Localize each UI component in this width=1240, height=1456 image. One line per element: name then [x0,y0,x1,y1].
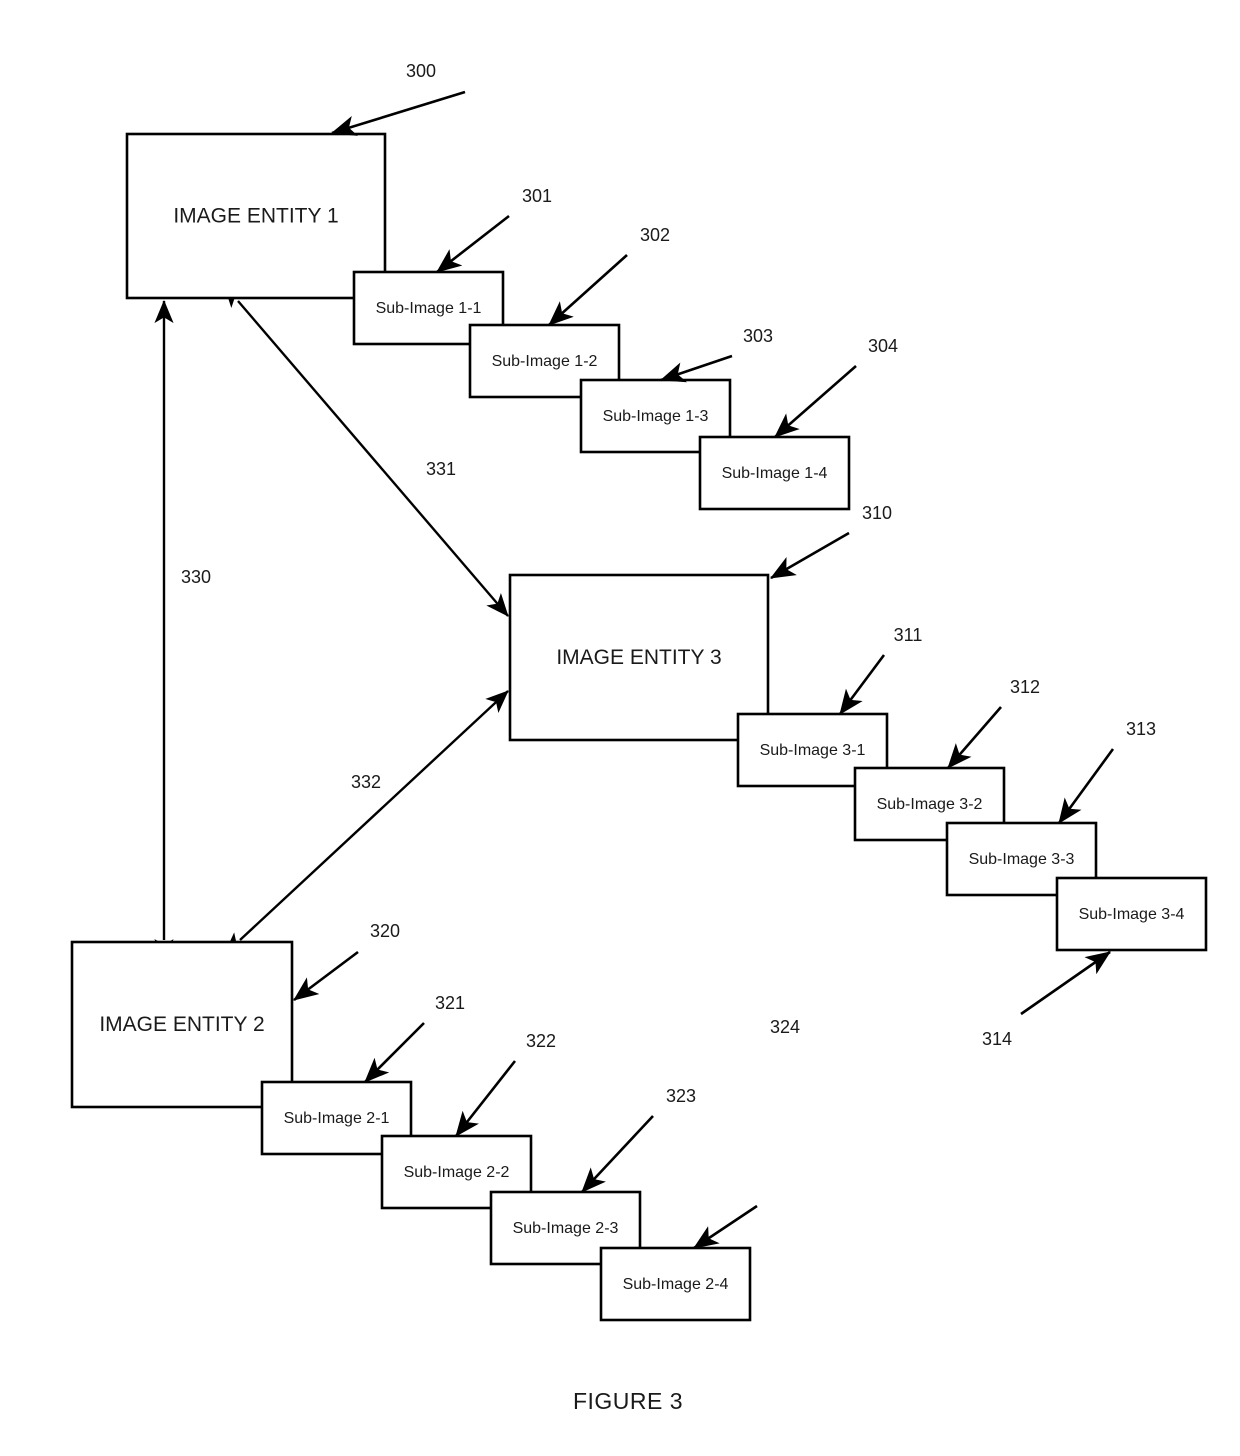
sub-image-3-1-ref-label: 311 [894,625,923,645]
image-entity-3[interactable]: IMAGE ENTITY 3 [508,573,770,742]
sub-image-1-2-ref-label: 302 [640,225,670,245]
sub-image-2-2-label: Sub-Image 2-2 [404,1164,510,1181]
sub-image-2-4-label: Sub-Image 2-4 [623,1276,729,1293]
sub-image-3-4-reference: 314 [982,950,1111,1049]
figure-caption: FIGURE 3 [573,1388,683,1414]
sub-image-2-4-leader-arrow [693,1204,758,1250]
sub-image-3-4-leader-arrow [1020,950,1111,1016]
image-entity-1[interactable]: IMAGE ENTITY 1 [125,132,387,300]
sub-image-2-2-reference: 322 [454,1031,556,1137]
sub-image-3-4-label: Sub-Image 3-4 [1079,906,1185,923]
sub-image-3-2-leader-arrow [947,706,1002,769]
sub-image-1-4-ref-label: 304 [868,336,898,356]
image-entity-1-label: IMAGE ENTITY 1 [173,205,338,228]
sub-image-1-2-leader-arrow [548,254,628,326]
sub-image-3-1-leader-arrow [838,654,886,715]
sub-image-2-1-ref-label: 321 [435,993,465,1013]
sub-image-1-1-leader-arrow [436,214,510,274]
sub-image-2-1-reference: 321 [364,993,465,1083]
sub-image-1-2-reference: 302 [548,225,670,326]
sub-image-1-1-label: Sub-Image 1-1 [376,300,482,317]
sub-image-2-4[interactable]: Sub-Image 2-4 [599,1246,752,1322]
image-entity-2-leader-arrow [293,950,359,1002]
image-entity-1-reference: 300 [331,61,466,136]
sub-image-3-4[interactable]: Sub-Image 3-4 [1055,876,1208,952]
sub-image-1-3-leader-arrow [660,354,733,383]
sub-image-2-3-leader-arrow [581,1115,654,1193]
sub-image-1-3-ref-label: 303 [743,326,773,346]
relation-arrows: 330 331 332 [154,284,509,963]
sub-image-2-3-ref-label: 323 [666,1086,696,1106]
sub-image-1-4[interactable]: Sub-Image 1-4 [698,435,851,511]
sub-image-1-2-label: Sub-Image 1-2 [492,353,598,370]
image-entity-3-leader-arrow [770,531,850,580]
sub-image-2-3-reference: 323 [581,1086,696,1193]
sub-image-2-3-label: Sub-Image 2-3 [513,1220,619,1237]
sub-image-2-4-ref-label: 324 [770,1017,800,1037]
sub-image-1-4-leader-arrow [774,365,857,438]
sub-image-2-2-ref-label: 322 [526,1031,556,1051]
image-entity-2[interactable]: IMAGE ENTITY 2 [70,940,294,1109]
sub-image-3-2-reference: 312 [947,677,1040,769]
sub-image-1-3-reference: 303 [660,326,773,383]
relation-332-line [223,690,509,956]
image-entity-2-label: IMAGE ENTITY 2 [99,1013,264,1036]
image-entity-2-ref-label: 320 [370,921,400,941]
image-entity-2-reference: 320 [293,921,400,1002]
sub-image-3-3-ref-label: 313 [1126,719,1156,739]
patent-figure-3: 330 331 332 IMAGE ENTITY 1 IMAGE ENTITY 3 IM… [0,0,1240,1456]
sub-image-3-3-leader-arrow [1057,748,1115,824]
image-entity-3-ref-label: 310 [862,503,892,523]
relation-331: 331 [223,284,509,617]
sub-image-3-3-label: Sub-Image 3-3 [969,851,1075,868]
sub-image-3-2-label: Sub-Image 3-2 [877,796,983,813]
sub-image-2-1-label: Sub-Image 2-1 [284,1110,390,1127]
sub-image-1-1-reference: 301 [436,186,552,274]
diagram-canvas: 330331332 IMAGE ENTITY 1IMAGE ENTITY 3IM… [70,61,1208,1414]
image-entity-3-label: IMAGE ENTITY 3 [556,646,721,669]
relation-331-ref-label: 331 [426,459,456,479]
relation-330: 330 [154,300,211,963]
sub-image-1-4-reference: 304 [774,336,898,438]
image-entity-1-leader-arrow [331,90,466,136]
relation-330-ref-label: 330 [181,567,211,587]
image-entity-1-ref-label: 300 [406,61,436,81]
sub-image-3-4-ref-label: 314 [982,1029,1012,1049]
sub-image-1-1-ref-label: 301 [522,186,552,206]
sub-image-1-4-label: Sub-Image 1-4 [722,465,828,482]
sub-image-1-3-label: Sub-Image 1-3 [603,408,709,425]
image-entity-3-reference: 310 [770,503,892,580]
sub-image-3-1-label: Sub-Image 3-1 [760,742,866,759]
relation-332-ref-label: 332 [351,772,381,792]
sub-image-3-1-reference: 311 [838,625,923,715]
sub-image-2-1-leader-arrow [364,1022,425,1083]
entity-boxes: IMAGE ENTITY 1 IMAGE ENTITY 3 IMAGE ENTITY… [70,132,1208,1322]
sub-image-2-2-leader-arrow [454,1060,517,1137]
sub-image-3-3-reference: 313 [1057,719,1156,824]
sub-image-2-4-reference: 324 [693,1017,800,1250]
sub-image-3-2-ref-label: 312 [1010,677,1040,697]
relation-332: 332 [223,690,509,956]
relation-331-line [223,284,509,617]
